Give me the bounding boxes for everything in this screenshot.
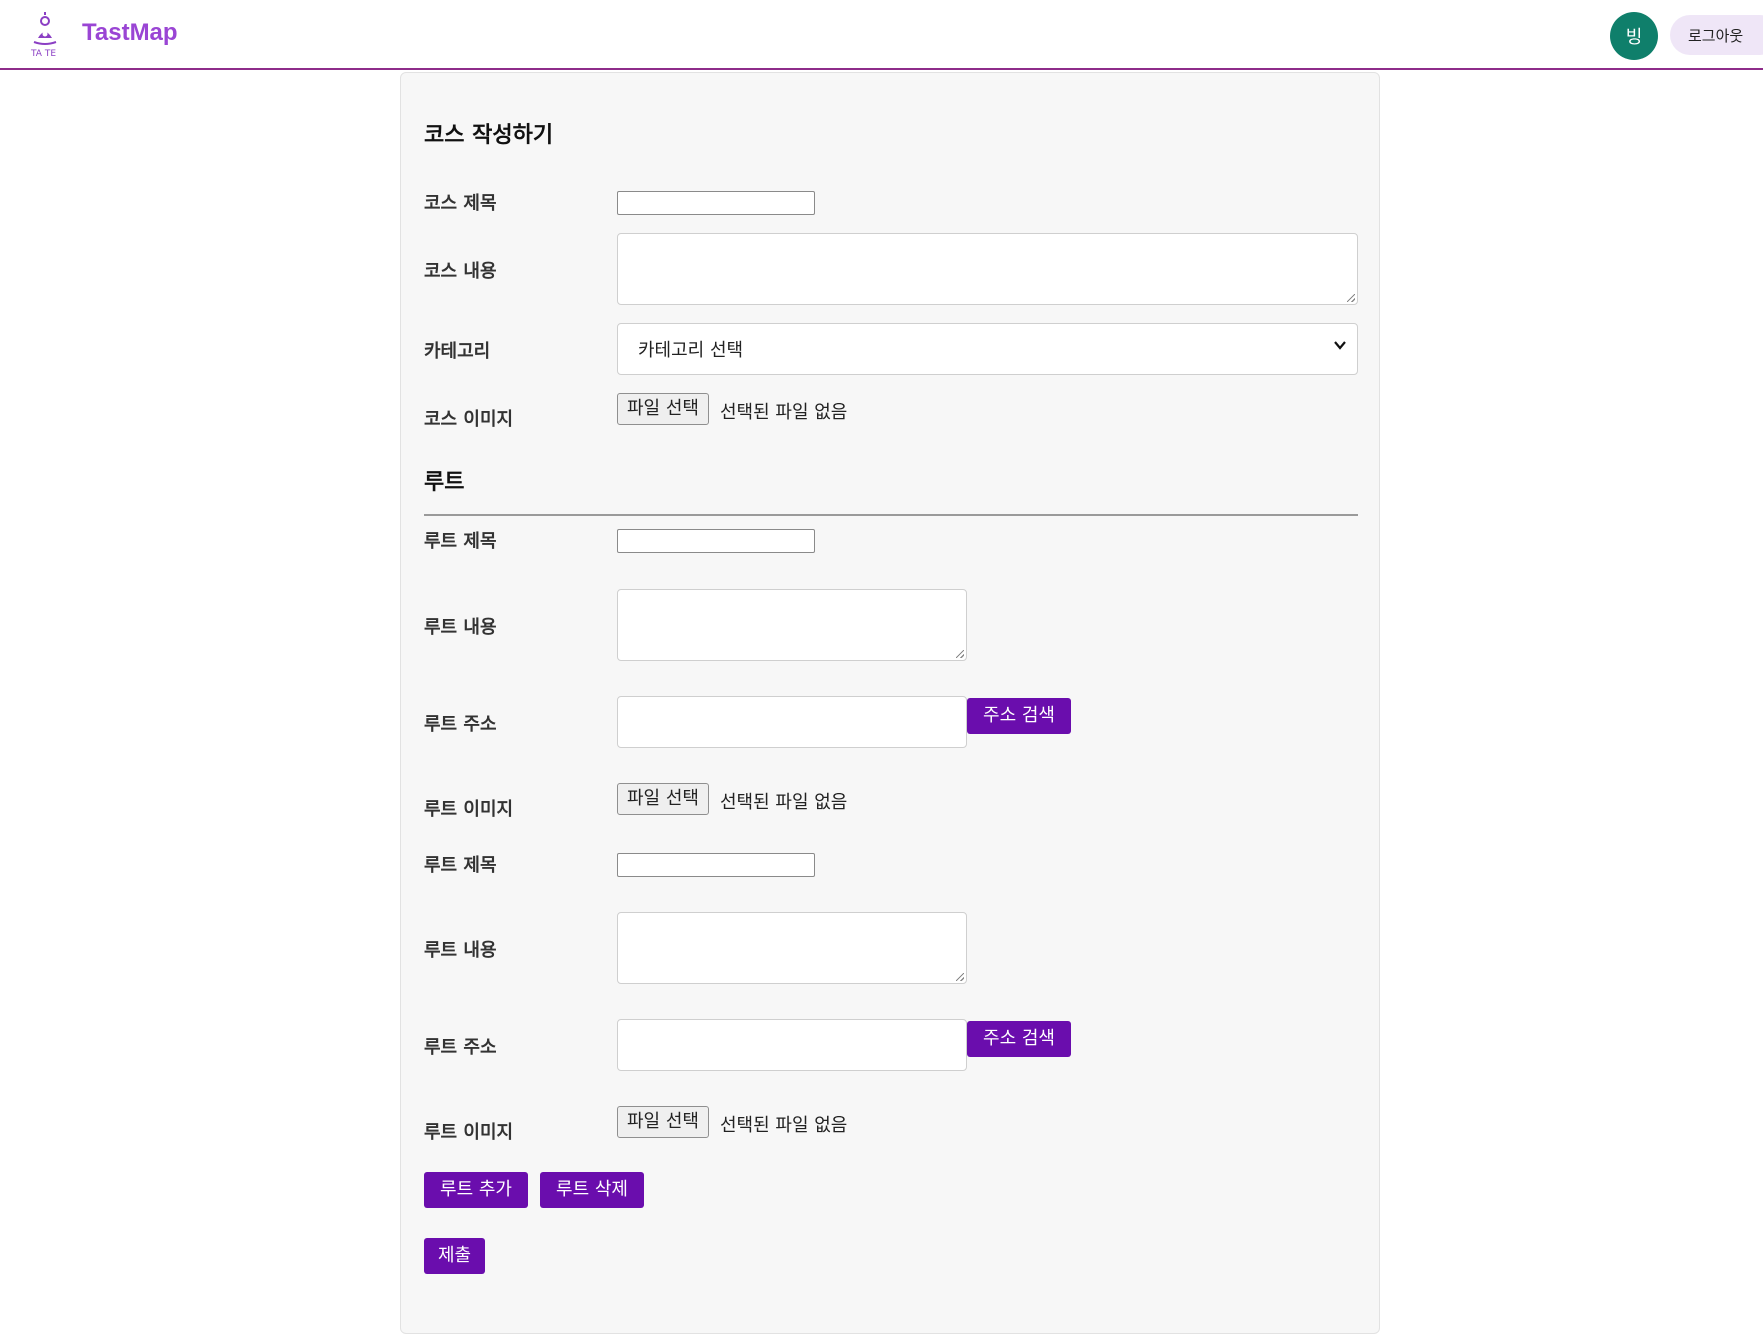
course-image-file-button[interactable]: 파일 선택	[617, 393, 709, 425]
route-address-label: 루트 주소	[424, 714, 497, 735]
route-section-title: 루트	[424, 470, 465, 495]
chevron-down-icon	[1334, 341, 1346, 350]
section-divider	[424, 514, 1358, 516]
course-form-card: 코스 작성하기 코스 제목 코스 내용 카테고리 카테고리 선택 코스 이미지 …	[400, 72, 1380, 1334]
route-content-textarea[interactable]	[617, 912, 967, 984]
route-image-file-status: 선택된 파일 없음	[720, 1115, 848, 1136]
route-image-file-button[interactable]: 파일 선택	[617, 1106, 709, 1138]
course-image-file-status: 선택된 파일 없음	[720, 402, 848, 423]
resize-grip-icon[interactable]	[1347, 294, 1355, 302]
address-search-button[interactable]: 주소 검색	[967, 1021, 1071, 1057]
route-title-label: 루트 제목	[424, 855, 497, 876]
add-route-button[interactable]: 루트 추가	[424, 1172, 528, 1208]
delete-route-button[interactable]: 루트 삭제	[540, 1172, 644, 1208]
course-section-title: 코스 작성하기	[424, 123, 554, 148]
taste-logo-icon[interactable]: TA TE	[28, 12, 62, 58]
route-title-input[interactable]	[617, 853, 815, 877]
route-content-textarea[interactable]	[617, 589, 967, 661]
route-content-label: 루트 내용	[424, 940, 497, 961]
address-search-button[interactable]: 주소 검색	[967, 698, 1071, 734]
user-avatar[interactable]: 빙	[1610, 12, 1658, 60]
svg-text:TA TE: TA TE	[30, 49, 56, 58]
route-address-input[interactable]	[617, 696, 967, 748]
route-image-file-button[interactable]: 파일 선택	[617, 783, 709, 815]
course-content-label: 코스 내용	[424, 261, 497, 282]
top-navbar: TA TE TastMap 빙 로그아웃	[0, 0, 1763, 70]
logout-button[interactable]: 로그아웃	[1670, 15, 1763, 55]
category-selected-value: 카테고리 선택	[638, 340, 744, 361]
submit-button[interactable]: 제출	[424, 1238, 485, 1274]
resize-grip-icon[interactable]	[956, 650, 964, 658]
route-content-label: 루트 내용	[424, 617, 497, 638]
route-image-file-status: 선택된 파일 없음	[720, 792, 848, 813]
course-title-label: 코스 제목	[424, 193, 497, 214]
route-title-label: 루트 제목	[424, 531, 497, 552]
route-address-label: 루트 주소	[424, 1037, 497, 1058]
route-image-label: 루트 이미지	[424, 799, 514, 820]
route-address-input[interactable]	[617, 1019, 967, 1071]
course-content-textarea[interactable]	[617, 233, 1358, 305]
course-image-label: 코스 이미지	[424, 409, 514, 430]
category-label: 카테고리	[424, 341, 491, 362]
resize-grip-icon[interactable]	[956, 973, 964, 981]
avatar-initial: 빙	[1625, 27, 1643, 48]
course-title-input[interactable]	[617, 191, 815, 215]
category-select[interactable]: 카테고리 선택	[617, 323, 1358, 375]
route-title-input[interactable]	[617, 529, 815, 553]
route-image-label: 루트 이미지	[424, 1122, 514, 1143]
brand-name[interactable]: TastMap	[82, 19, 178, 47]
